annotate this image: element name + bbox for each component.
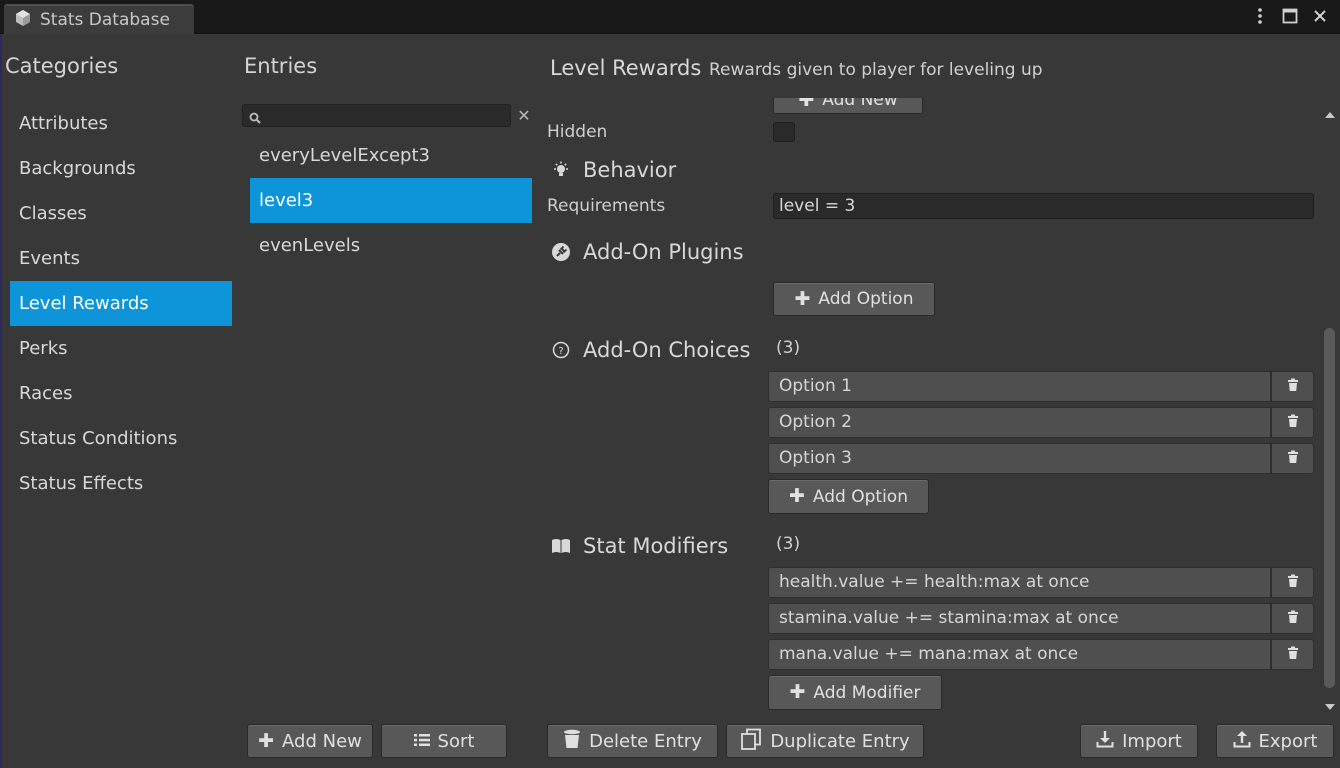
- scrollbar-thumb[interactable]: [1324, 328, 1335, 688]
- add-on-plugins-title: Add-On Plugins: [583, 240, 744, 264]
- entry-item-everylevelexcept3[interactable]: everyLevelExcept3: [250, 133, 532, 178]
- duplicate-icon: [740, 728, 762, 755]
- trash-icon: [563, 729, 581, 754]
- trash-icon: [1287, 413, 1299, 433]
- choices-count: (3): [776, 338, 801, 358]
- delete-choice-3-button[interactable]: [1271, 443, 1314, 474]
- entries-header: Entries: [244, 54, 318, 78]
- trash-icon: [1287, 377, 1299, 397]
- upload-icon: [1233, 730, 1251, 753]
- svg-text:?: ?: [558, 346, 563, 357]
- entry-item-level3[interactable]: level3: [250, 178, 532, 223]
- cube-icon: [14, 9, 32, 32]
- list-icon: [413, 731, 430, 752]
- window-tab[interactable]: Stats Database: [4, 4, 194, 34]
- add-modifier-button[interactable]: ✚ Add Modifier: [768, 675, 942, 710]
- add-plugin-option-button[interactable]: ✚ Add Option: [773, 282, 935, 316]
- behavior-title: Behavior: [583, 158, 677, 182]
- stat-modifiers-section: Stat Modifiers: [551, 534, 728, 558]
- category-item-events[interactable]: Events: [10, 236, 232, 281]
- choice-option-1-field[interactable]: Option 1: [768, 371, 1271, 402]
- entries-search-input[interactable]: [242, 104, 511, 127]
- delete-choice-2-button[interactable]: [1271, 407, 1314, 438]
- close-icon[interactable]: [1310, 6, 1330, 26]
- hidden-label: Hidden: [547, 122, 608, 142]
- choice-option-2-field[interactable]: Option 2: [768, 407, 1271, 438]
- plus-icon: ✚: [258, 729, 275, 752]
- scroll-up-icon[interactable]: [1324, 104, 1336, 118]
- entries-list: everyLevelExcept3 level3 evenLevels: [250, 133, 532, 268]
- title-bar: Stats Database: [0, 0, 1340, 34]
- category-item-perks[interactable]: Perks: [10, 326, 232, 371]
- add-on-choices-section: ? Add-On Choices: [551, 338, 750, 362]
- categories-header: Categories: [5, 54, 119, 78]
- clear-search-icon[interactable]: ✕: [516, 106, 532, 126]
- delete-modifier-3-button[interactable]: [1271, 639, 1314, 670]
- trash-icon: [1287, 609, 1299, 629]
- categories-list: Attributes Backgrounds Classes Events Le…: [10, 101, 232, 506]
- plus-icon: ✚: [798, 98, 815, 111]
- inspector-scrollbar[interactable]: [1322, 98, 1338, 712]
- add-on-plugins-section: Add-On Plugins: [551, 240, 744, 264]
- sort-button[interactable]: Sort: [381, 724, 507, 758]
- delete-modifier-2-button[interactable]: [1271, 603, 1314, 634]
- inspector-panel: ✚ Add New Hidden Behavior Requirements l…: [541, 98, 1323, 712]
- add-on-choices-title: Add-On Choices: [583, 338, 751, 362]
- add-new-field-button[interactable]: ✚ Add New: [773, 98, 923, 114]
- delete-choice-1-button[interactable]: [1271, 371, 1314, 402]
- import-button[interactable]: Import: [1080, 724, 1198, 758]
- modifier-stamina-field[interactable]: stamina.value += stamina:max at once: [768, 603, 1271, 634]
- add-new-entry-button[interactable]: ✚ Add New: [247, 724, 373, 758]
- category-item-classes[interactable]: Classes: [10, 191, 232, 236]
- add-choice-option-button[interactable]: ✚ Add Option: [768, 479, 929, 514]
- modifiers-count: (3): [776, 534, 801, 554]
- delete-modifier-1-button[interactable]: [1271, 567, 1314, 598]
- inspector-title: Level Rewards: [550, 56, 702, 80]
- category-item-attributes[interactable]: Attributes: [10, 101, 232, 146]
- trash-icon: [1287, 645, 1299, 665]
- search-icon: [249, 109, 261, 129]
- modifier-mana-field[interactable]: mana.value += mana:max at once: [768, 639, 1271, 670]
- trash-icon: [1287, 449, 1299, 469]
- category-item-level-rewards[interactable]: Level Rewards: [10, 281, 232, 326]
- category-item-backgrounds[interactable]: Backgrounds: [10, 146, 232, 191]
- trash-icon: [1287, 573, 1299, 593]
- duplicate-entry-button[interactable]: Duplicate Entry: [726, 724, 924, 758]
- modifier-health-field[interactable]: health.value += health:max at once: [768, 567, 1271, 598]
- plug-icon: [551, 242, 571, 262]
- entry-item-evenlevels[interactable]: evenLevels: [250, 223, 532, 268]
- requirements-input[interactable]: level = 3: [773, 193, 1314, 219]
- delete-entry-button[interactable]: Delete Entry: [547, 724, 718, 758]
- plus-icon: ✚: [794, 287, 811, 310]
- export-button[interactable]: Export: [1216, 724, 1334, 758]
- choice-option-3-field[interactable]: Option 3: [768, 443, 1271, 474]
- behavior-section: Behavior: [551, 158, 676, 182]
- stat-modifiers-title: Stat Modifiers: [583, 534, 729, 558]
- category-item-status-conditions[interactable]: Status Conditions: [10, 416, 232, 461]
- window-edge: [0, 34, 2, 768]
- plus-icon: ✚: [789, 485, 805, 507]
- maximize-icon[interactable]: [1280, 6, 1300, 26]
- hidden-checkbox[interactable]: [773, 122, 795, 142]
- book-icon: [551, 536, 571, 556]
- category-item-races[interactable]: Races: [10, 371, 232, 416]
- scroll-down-icon[interactable]: [1324, 696, 1336, 710]
- window-tab-title: Stats Database: [40, 10, 170, 30]
- plus-icon: ✚: [789, 681, 806, 703]
- category-item-status-effects[interactable]: Status Effects: [10, 461, 232, 506]
- lightbulb-icon: [551, 160, 571, 180]
- requirements-label: Requirements: [547, 196, 666, 216]
- question-circle-icon: ?: [551, 340, 571, 360]
- download-icon: [1096, 730, 1114, 753]
- more-options-icon[interactable]: [1250, 6, 1270, 26]
- inspector-description: Rewards given to player for leveling up: [709, 60, 1043, 80]
